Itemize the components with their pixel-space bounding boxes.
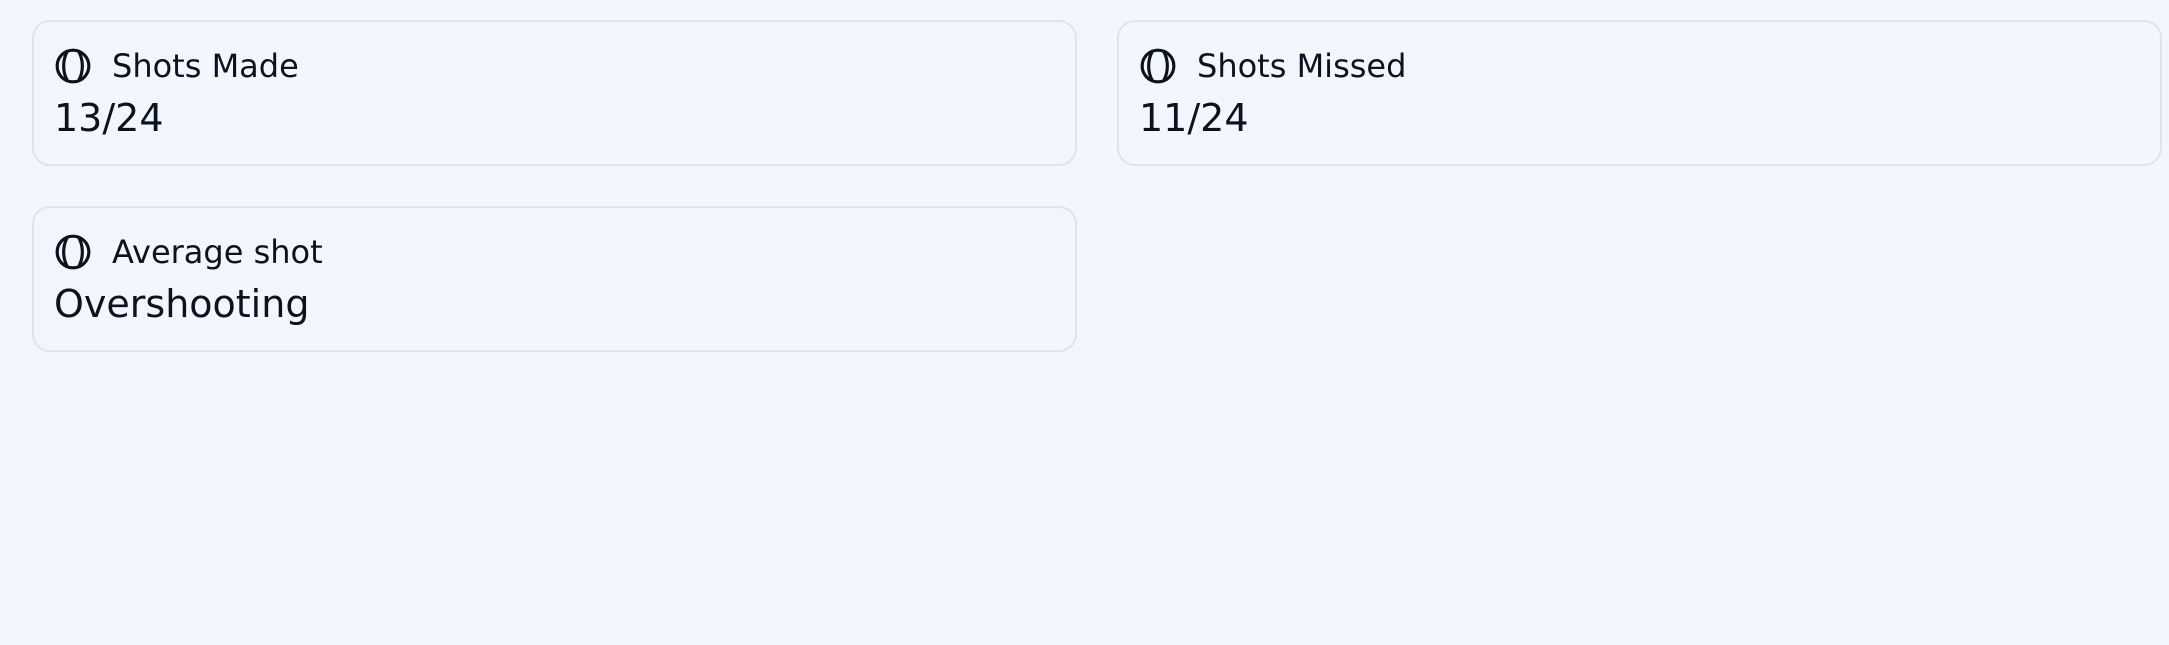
stat-card-header: Average shot bbox=[54, 230, 1055, 274]
stat-card-shots-made: Shots Made 13/24 bbox=[32, 20, 1077, 166]
baseball-icon bbox=[54, 233, 92, 271]
baseball-icon bbox=[54, 47, 92, 85]
stat-card-title: Shots Made bbox=[112, 47, 299, 85]
stat-card-value: 11/24 bbox=[1139, 96, 1249, 140]
stat-card-average-shot: Average shot Overshooting bbox=[32, 206, 1077, 352]
stat-card-title: Average shot bbox=[112, 233, 323, 271]
stat-card-value: Overshooting bbox=[54, 282, 310, 326]
baseball-icon bbox=[1139, 47, 1177, 85]
stat-card-value: 13/24 bbox=[54, 96, 164, 140]
stat-card-title: Shots Missed bbox=[1197, 47, 1407, 85]
stat-card-header: Shots Missed bbox=[1139, 44, 2140, 88]
stat-card-header: Shots Made bbox=[54, 44, 1055, 88]
stats-grid: Shots Made 13/24 Shots Missed 11/24 Aver… bbox=[32, 20, 2162, 352]
stat-card-shots-missed: Shots Missed 11/24 bbox=[1117, 20, 2162, 166]
